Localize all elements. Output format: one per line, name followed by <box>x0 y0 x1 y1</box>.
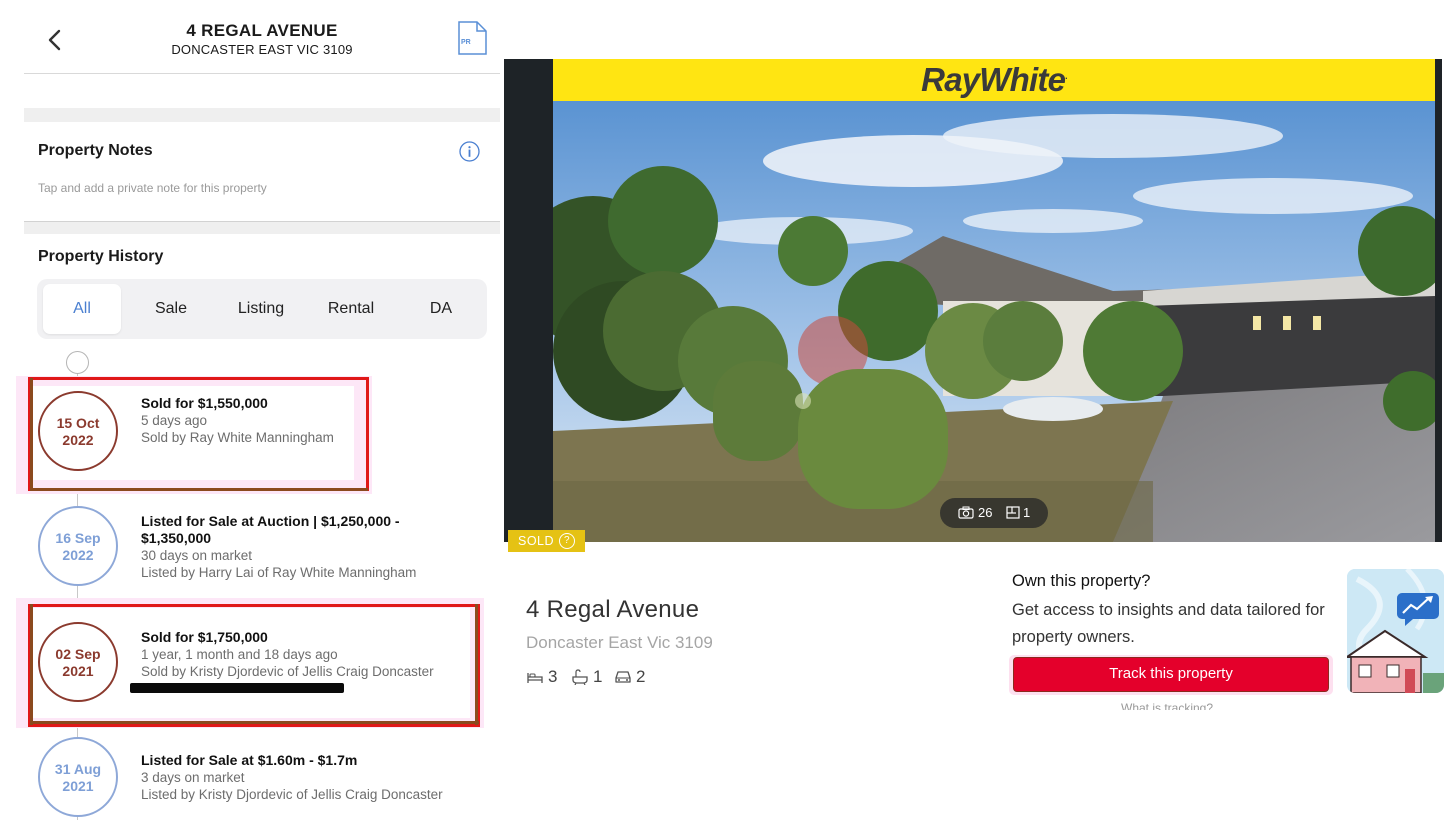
history-event[interactable]: Listed for Sale at $1.60m - $1.7m 3 days… <box>141 752 481 803</box>
floorplan-count: 1 <box>1023 505 1031 520</box>
event-title: Sold for $1,750,000 <box>141 629 268 645</box>
help-icon[interactable]: ? <box>559 533 575 549</box>
redaction-bar <box>130 683 344 693</box>
ray-white-logo: RayWhite. <box>921 61 1067 98</box>
bath-icon <box>572 669 588 685</box>
timeline-date-badge: 15 Oct 2022 <box>38 391 118 471</box>
annotation-brown-edge <box>30 604 33 725</box>
timeline-date-badge: 31 Aug 2021 <box>38 737 118 817</box>
event-title: Sold for $1,550,000 <box>141 395 268 411</box>
svg-text:PR: PR <box>461 39 471 46</box>
agency-banner: RayWhite. <box>553 59 1435 101</box>
sold-status-badge[interactable]: SOLD ? <box>508 530 585 552</box>
property-details-panel: Owners Not Disclosed 4 REGAL AVENUE DONC… <box>0 0 504 820</box>
property-photo[interactable] <box>553 101 1435 542</box>
page-title: 4 REGAL AVENUE <box>186 21 338 40</box>
event-agent: Listed by Kristy Djordevic of Jellis Cra… <box>141 787 443 802</box>
tab-da[interactable]: DA <box>402 284 480 334</box>
parking-count: 2 <box>636 667 646 686</box>
event-agent: Sold by Ray White Manningham <box>141 430 334 445</box>
annotation-brown-edge <box>30 488 368 491</box>
track-property-button[interactable]: Track this property <box>1013 657 1329 692</box>
photo-count: 26 <box>978 505 993 520</box>
owner-promo-description: Get access to insights and data tailored… <box>1012 601 1325 646</box>
annotation-brown-edge <box>30 721 479 724</box>
history-filter-tabs: All Sale Listing Rental DA <box>37 279 487 339</box>
annotation-brown-edge <box>30 378 33 491</box>
bedroom-count: 3 <box>548 667 558 686</box>
camera-icon <box>958 506 974 519</box>
event-age: 5 days ago <box>141 413 208 428</box>
tab-all[interactable]: All <box>43 284 121 334</box>
event-agent: Sold by Kristy Djordevic of Jellis Craig… <box>141 664 434 679</box>
section-divider <box>24 221 500 234</box>
history-event[interactable]: Sold for $1,750,000 1 year, 1 month and … <box>141 629 481 680</box>
tab-sale[interactable]: Sale <box>132 284 210 334</box>
add-note-prompt[interactable]: Tap and add a private note for this prop… <box>38 181 267 195</box>
car-icon <box>615 671 631 683</box>
timeline-date-badge: 02 Sep 2021 <box>38 622 118 702</box>
top-header: 4 REGAL AVENUE DONCASTER EAST VIC 3109 P… <box>24 0 500 74</box>
what-is-tracking-link[interactable]: What is tracking? <box>1121 702 1213 710</box>
event-age: 3 days on market <box>141 770 245 785</box>
event-title: Listed for Sale at Auction | $1,250,000 … <box>141 513 400 546</box>
tab-rental[interactable]: Rental <box>312 284 390 334</box>
property-history-heading: Property History <box>38 248 164 265</box>
owner-promo-heading: Own this property? <box>1012 572 1151 590</box>
section-divider <box>24 108 500 122</box>
history-event[interactable]: Sold for $1,550,000 5 days ago Sold by R… <box>141 395 481 446</box>
event-title: Listed for Sale at $1.60m - $1.7m <box>141 752 358 768</box>
media-counter[interactable]: 26 1 <box>940 498 1048 528</box>
event-age: 1 year, 1 month and 18 days ago <box>141 647 338 662</box>
event-age: 30 days on market <box>141 548 253 563</box>
owner-promo-illustration <box>1347 569 1444 693</box>
listing-suburb: Doncaster East Vic 3109 <box>526 633 713 652</box>
timeline-start-node <box>66 351 89 374</box>
floorplan-icon <box>1006 506 1020 519</box>
bathroom-count: 1 <box>593 667 603 686</box>
listing-hero-image[interactable]: RayWhite. 26 1 <box>504 59 1442 542</box>
screen: Owners Not Disclosed 4 REGAL AVENUE DONC… <box>0 0 1456 820</box>
property-notes-heading: Property Notes <box>38 142 153 159</box>
event-agent: Listed by Harry Lai of Ray White Manning… <box>141 565 417 580</box>
property-report-pdf-icon[interactable]: PR <box>456 20 488 56</box>
page-subtitle: DONCASTER EAST VIC 3109 <box>171 42 353 57</box>
bed-icon <box>527 673 543 683</box>
listing-address: 4 Regal Avenue <box>526 596 700 623</box>
history-event[interactable]: Listed for Sale at Auction | $1,250,000 … <box>141 513 441 581</box>
timeline-date-badge: 16 Sep 2022 <box>38 506 118 586</box>
tab-listing[interactable]: Listing <box>222 284 300 334</box>
info-icon[interactable] <box>459 141 480 162</box>
